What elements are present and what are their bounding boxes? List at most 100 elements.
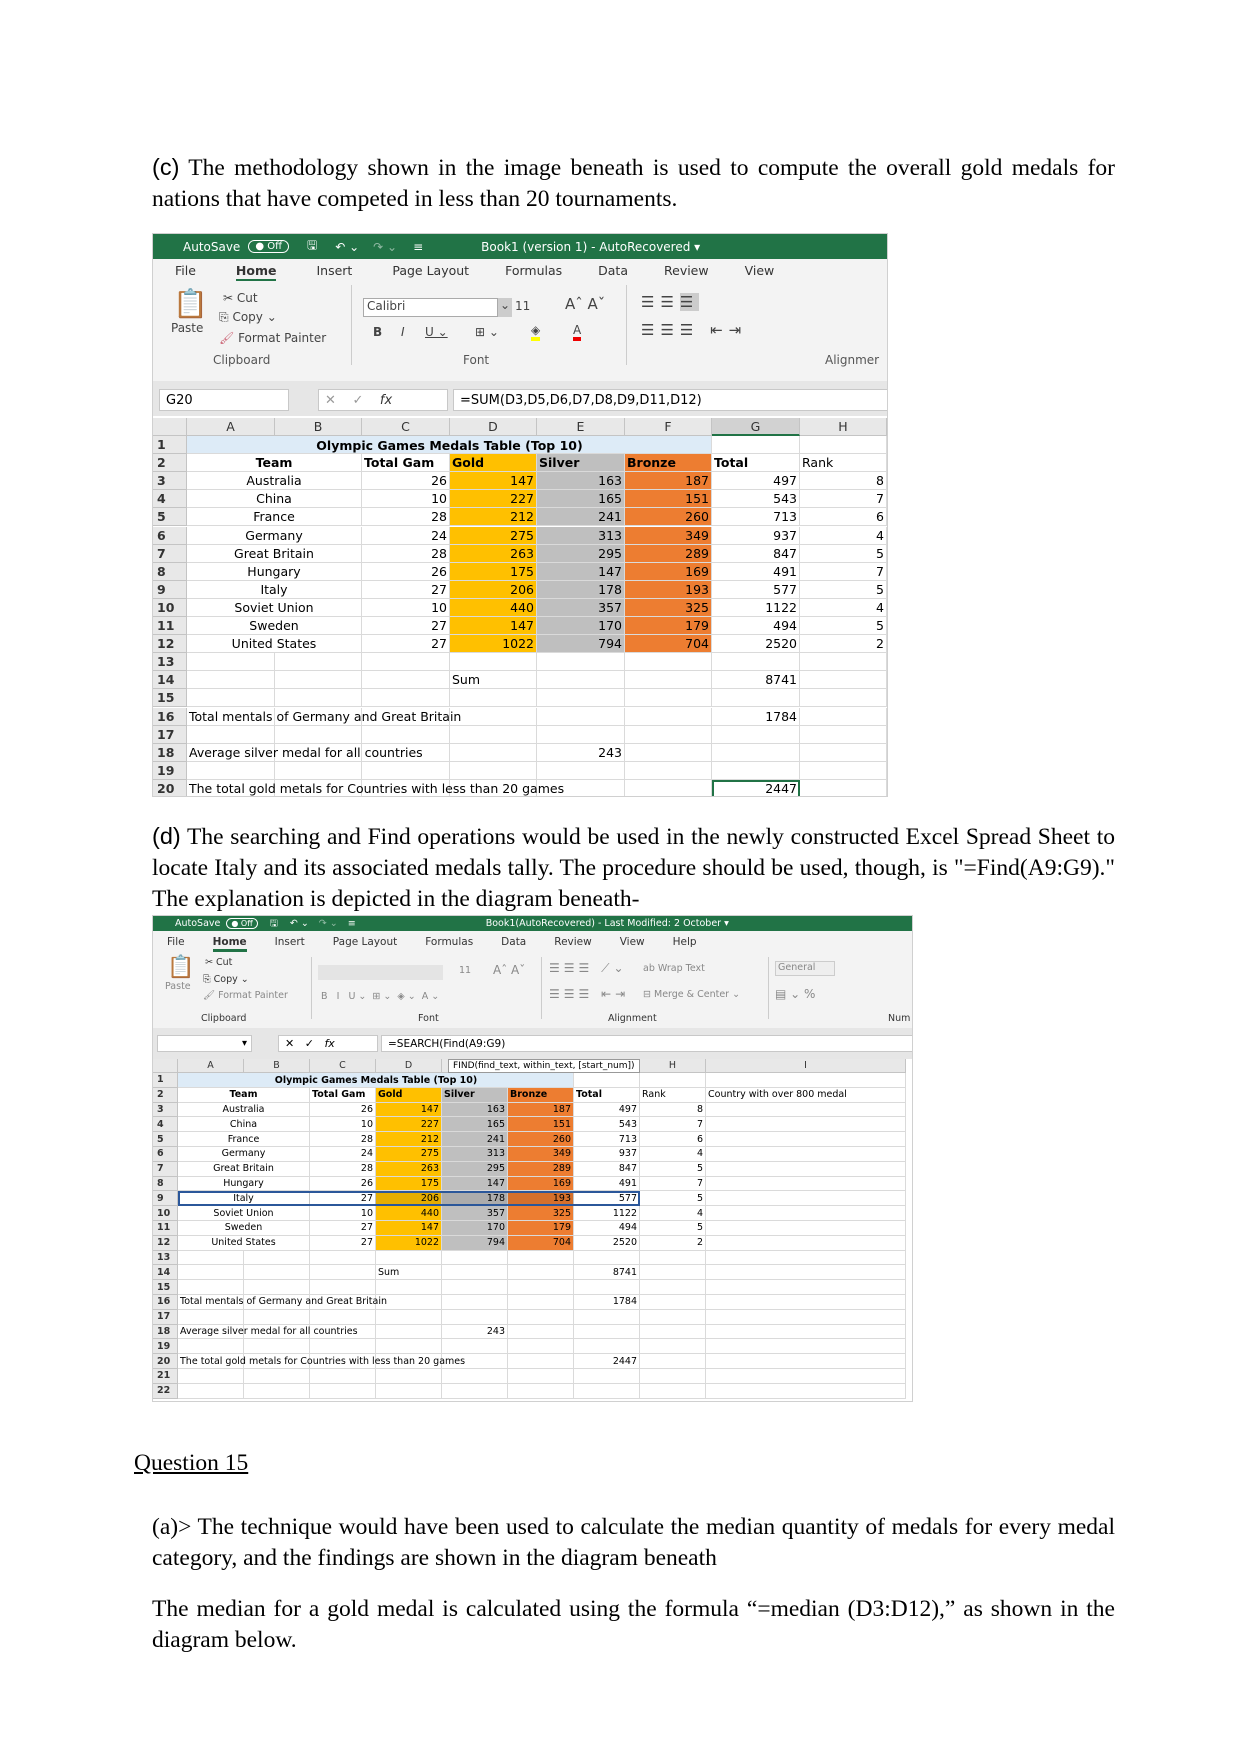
cell-E5[interactable]: 241 [537, 508, 625, 527]
tab-page-layout[interactable]: Page Layout [333, 936, 397, 948]
cell-D3[interactable]: 147 [376, 1102, 442, 1118]
vertical-align-icons[interactable]: ☰☰☰ ⟋⌄ [549, 961, 628, 976]
cell-C9[interactable]: 27 [310, 1191, 376, 1207]
cell-D18[interactable] [376, 1324, 442, 1340]
cell-E18[interactable]: 243 [537, 743, 625, 762]
cell-I5[interactable] [706, 1132, 906, 1147]
cell-H4[interactable]: 7 [800, 490, 887, 509]
tab-home[interactable]: Home [212, 936, 247, 952]
cell-C14[interactable] [362, 671, 450, 690]
cell-G12[interactable]: 2520 [712, 635, 800, 654]
column-header-B[interactable]: B [275, 418, 362, 436]
cell-F3[interactable]: 187 [508, 1102, 574, 1118]
cell-F4[interactable]: 151 [508, 1117, 574, 1133]
cell-G11[interactable]: 494 [574, 1221, 640, 1236]
tab-review[interactable]: Review [664, 263, 709, 278]
font-size-select[interactable]: 11 [459, 965, 471, 976]
cell-G5[interactable]: 713 [574, 1132, 640, 1147]
cell-E8[interactable]: 147 [537, 562, 625, 581]
cell-B13[interactable] [244, 1250, 310, 1266]
tab-formulas[interactable]: Formulas [505, 263, 562, 278]
cell-D4[interactable]: 227 [450, 490, 537, 509]
cell-A21[interactable] [178, 1369, 244, 1384]
cell-D15[interactable] [376, 1280, 442, 1295]
column-header-D[interactable]: D [376, 1059, 442, 1073]
cell-I11[interactable] [706, 1221, 906, 1236]
cell-H15[interactable] [800, 689, 887, 708]
cell-B19[interactable] [244, 1339, 310, 1355]
cell-G19[interactable] [574, 1339, 640, 1355]
paste-icon[interactable]: 📋 [173, 287, 208, 320]
cell-C9[interactable]: 27 [362, 580, 450, 599]
cell-E3[interactable]: 163 [442, 1102, 508, 1118]
cell-D19[interactable] [376, 1339, 442, 1355]
cancel-icon[interactable]: ✕ [325, 393, 336, 408]
cell-A15[interactable] [178, 1280, 244, 1295]
cell-C12[interactable]: 27 [310, 1235, 376, 1251]
cell-D7[interactable]: 263 [450, 544, 537, 563]
row-header-5[interactable]: 5 [153, 508, 187, 527]
cell-E2[interactable]: Silver [537, 454, 625, 473]
cell-H16[interactable] [640, 1295, 706, 1310]
row-header-11[interactable]: 11 [153, 617, 187, 636]
cell-E11[interactable]: 170 [442, 1221, 508, 1236]
cell-G2[interactable]: Total [574, 1087, 640, 1103]
cell-H17[interactable] [640, 1309, 706, 1325]
row-header-2[interactable]: 2 [153, 1087, 178, 1103]
row-header-14[interactable]: 14 [153, 671, 187, 690]
cell-I19[interactable] [706, 1339, 906, 1355]
row-header-14[interactable]: 14 [153, 1265, 178, 1281]
cell-A6[interactable]: Germany [187, 526, 362, 545]
cell-F13[interactable] [508, 1250, 574, 1266]
row-header-3[interactable]: 3 [153, 472, 187, 491]
cut-button[interactable]: ✂ Cut [223, 291, 258, 305]
cell-E5[interactable]: 241 [442, 1132, 508, 1147]
cell-E3[interactable]: 163 [537, 472, 625, 491]
cell-I12[interactable] [706, 1235, 906, 1251]
save-icon[interactable]: 🖫 [270, 916, 278, 932]
fill-color-icon[interactable]: ◈ [531, 323, 541, 341]
cell-F3[interactable]: 187 [625, 472, 712, 491]
cell-I18[interactable] [706, 1324, 906, 1340]
row-header-11[interactable]: 11 [153, 1221, 178, 1236]
cell-F17[interactable] [625, 725, 712, 744]
cell-F18[interactable] [625, 743, 712, 762]
cell-E6[interactable]: 313 [442, 1147, 508, 1162]
paste-button[interactable]: Paste [165, 981, 191, 992]
tab-file[interactable]: File [167, 936, 185, 948]
cell-I10[interactable] [706, 1206, 906, 1221]
cell-E19[interactable] [537, 761, 625, 780]
cell-G3[interactable]: 497 [712, 472, 800, 491]
cell-F22[interactable] [508, 1383, 574, 1399]
column-header-H[interactable]: H [640, 1059, 706, 1073]
row-header-3[interactable]: 3 [153, 1102, 178, 1118]
row-header-15[interactable]: 15 [153, 689, 187, 708]
cell-H5[interactable]: 6 [800, 508, 887, 527]
cell-F8[interactable]: 169 [625, 562, 712, 581]
formula-input[interactable]: =SUM(D3,D5,D6,D7,D8,D9,D11,D12) [453, 389, 887, 411]
cell-F18[interactable] [508, 1324, 574, 1340]
cell-E13[interactable] [537, 653, 625, 672]
cut-button[interactable]: ✂ Cut [205, 957, 232, 968]
cell-E12[interactable]: 794 [537, 635, 625, 654]
format-painter-button[interactable]: 🖌 Format Painter [203, 990, 288, 1001]
cell-E6[interactable]: 313 [537, 526, 625, 545]
cell-F14[interactable] [508, 1265, 574, 1281]
row-header-1[interactable]: 1 [153, 1073, 178, 1088]
row-header-4[interactable]: 4 [153, 1117, 178, 1133]
cell-G1[interactable] [574, 1073, 640, 1088]
cell-E14[interactable] [537, 671, 625, 690]
cell-E2[interactable]: Silver [442, 1087, 508, 1103]
cell-B14[interactable] [244, 1265, 310, 1281]
cell-G2[interactable]: Total [712, 454, 800, 473]
cell-G11[interactable]: 494 [712, 617, 800, 636]
cell-E14[interactable] [442, 1265, 508, 1281]
cell-B21[interactable] [244, 1369, 310, 1384]
cell-C5[interactable]: 28 [310, 1132, 376, 1147]
cell-H2[interactable]: Rank [800, 454, 887, 473]
row-header-22[interactable]: 22 [153, 1383, 178, 1399]
cell-E8[interactable]: 147 [442, 1176, 508, 1192]
cell-C2[interactable]: Total Gam [310, 1087, 376, 1103]
column-header-C[interactable]: C [310, 1059, 376, 1073]
cell-E15[interactable] [537, 689, 625, 708]
